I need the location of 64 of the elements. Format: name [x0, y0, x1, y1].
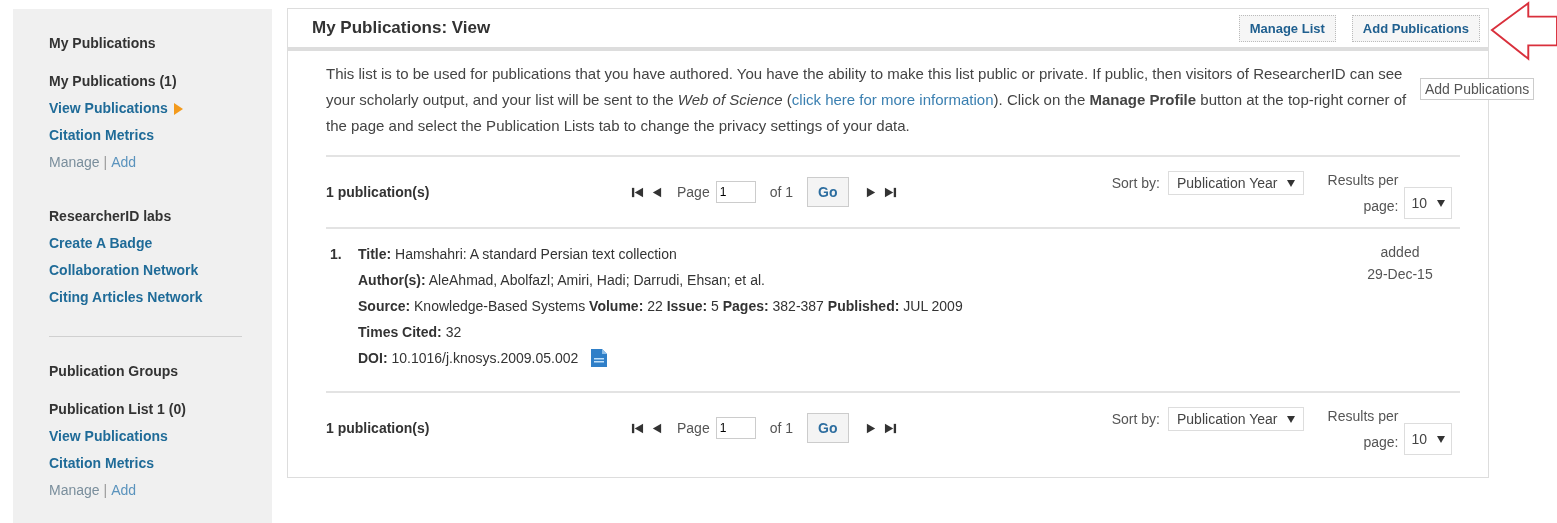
next-page-icon[interactable]	[864, 185, 878, 199]
page-label: Page	[677, 420, 710, 436]
last-page-icon[interactable]	[883, 185, 897, 199]
added-date: 29-Dec-15	[1366, 265, 1434, 284]
sidebar-link[interactable]: Collaboration Network	[49, 257, 199, 284]
list-number: 1.	[329, 245, 343, 264]
publication-detail: DOI: 10.1016/j.knosys.2009.05.002	[358, 349, 579, 368]
publication-detail: Times Cited: 32	[358, 323, 462, 342]
sort-dropdown[interactable]: Publication Year	[1168, 171, 1305, 195]
results-per-page-label: Results per page:	[1326, 407, 1399, 452]
previous-page-icon[interactable]	[650, 421, 663, 435]
page-input[interactable]: 1	[715, 181, 756, 203]
sidebar-link[interactable]: Create A Badge	[49, 230, 153, 257]
result-count: 1 publication(s)	[326, 420, 431, 436]
section-heading: Publication Groups	[49, 363, 180, 379]
group-label: Publication List 1 (0)	[49, 400, 187, 419]
caret-icon	[1437, 435, 1445, 443]
separator-text: |	[103, 481, 108, 500]
previous-page-icon[interactable]	[650, 185, 663, 199]
page-input[interactable]: 1	[715, 417, 756, 439]
page-title: My Publications: View	[312, 18, 491, 38]
intro-text: This list is to be used for publications that you have authored. You have the ability to make this list public or private. If public, then visitors of ResearcherID can see your scholarly output, and your list will be sent to the Web of Science (click here for more information). Click on the Manage Profile button at the top-right corner of the page and select the Publication Lists tab to change the privacy settings of your data.	[326, 64, 1408, 136]
page-label: Page	[677, 184, 710, 200]
tooltip: Add Publications	[1420, 78, 1535, 100]
caret-icon	[1287, 415, 1296, 423]
sort-dropdown[interactable]: Publication Year	[1168, 407, 1305, 431]
action-link[interactable]: Manage	[49, 477, 100, 504]
results-per-page-label: Results per page:	[1326, 171, 1399, 216]
result-count: 1 publication(s)	[326, 184, 431, 200]
first-page-icon[interactable]	[631, 185, 644, 199]
go-button[interactable]: Go	[807, 413, 849, 443]
header-button[interactable]: Add Publications	[1351, 14, 1480, 42]
publication-detail: Source: Knowledge-Based Systems Volume: 22 Issue: 5 Pages: 382-387 Published: JUL 2009	[358, 297, 963, 316]
group-label: My Publications (1)	[49, 72, 178, 91]
publication-detail: Author(s): AleAhmad, Abolfazl; Amiri, Hadi; Darrudi, Ehsan; et al.	[358, 271, 765, 290]
per-page-dropdown[interactable]: 10	[1404, 187, 1452, 219]
action-link[interactable]: Add	[111, 477, 137, 504]
sidebar-link[interactable]: Citation Metrics	[49, 450, 154, 477]
page-total: of 1	[769, 420, 794, 436]
group-label: ResearcherID labs	[49, 207, 173, 226]
per-page-dropdown[interactable]: 10	[1404, 423, 1452, 455]
document-icon[interactable]	[590, 348, 609, 368]
publication-detail: Title: Hamshahri: A standard Persian text collection	[358, 245, 677, 264]
next-page-icon[interactable]	[864, 421, 878, 435]
sidebar-link[interactable]: View Publications	[49, 423, 168, 450]
caret-icon	[1287, 179, 1296, 187]
first-page-icon[interactable]	[631, 421, 644, 435]
action-link[interactable]: Manage	[49, 149, 100, 176]
page-total: of 1	[769, 184, 794, 200]
sidebar-link[interactable]: Citation Metrics	[49, 122, 154, 149]
info-link[interactable]: click here for more information	[791, 91, 994, 108]
header-button[interactable]: Manage List	[1238, 14, 1336, 42]
separator-text: |	[103, 153, 108, 172]
sort-label: Sort by:	[1111, 411, 1160, 427]
sort-label: Sort by:	[1111, 175, 1160, 191]
action-link[interactable]: Add	[111, 149, 137, 176]
last-page-icon[interactable]	[883, 421, 897, 435]
caret-icon	[1437, 199, 1445, 207]
arrow-annotation-icon	[1490, 0, 1557, 62]
added-label: added	[1379, 243, 1421, 262]
go-button[interactable]: Go	[807, 177, 849, 207]
sidebar-link[interactable]: View Publications	[49, 95, 183, 122]
section-heading: My Publications	[49, 35, 157, 51]
sidebar-link[interactable]: Citing Articles Network	[49, 284, 203, 311]
